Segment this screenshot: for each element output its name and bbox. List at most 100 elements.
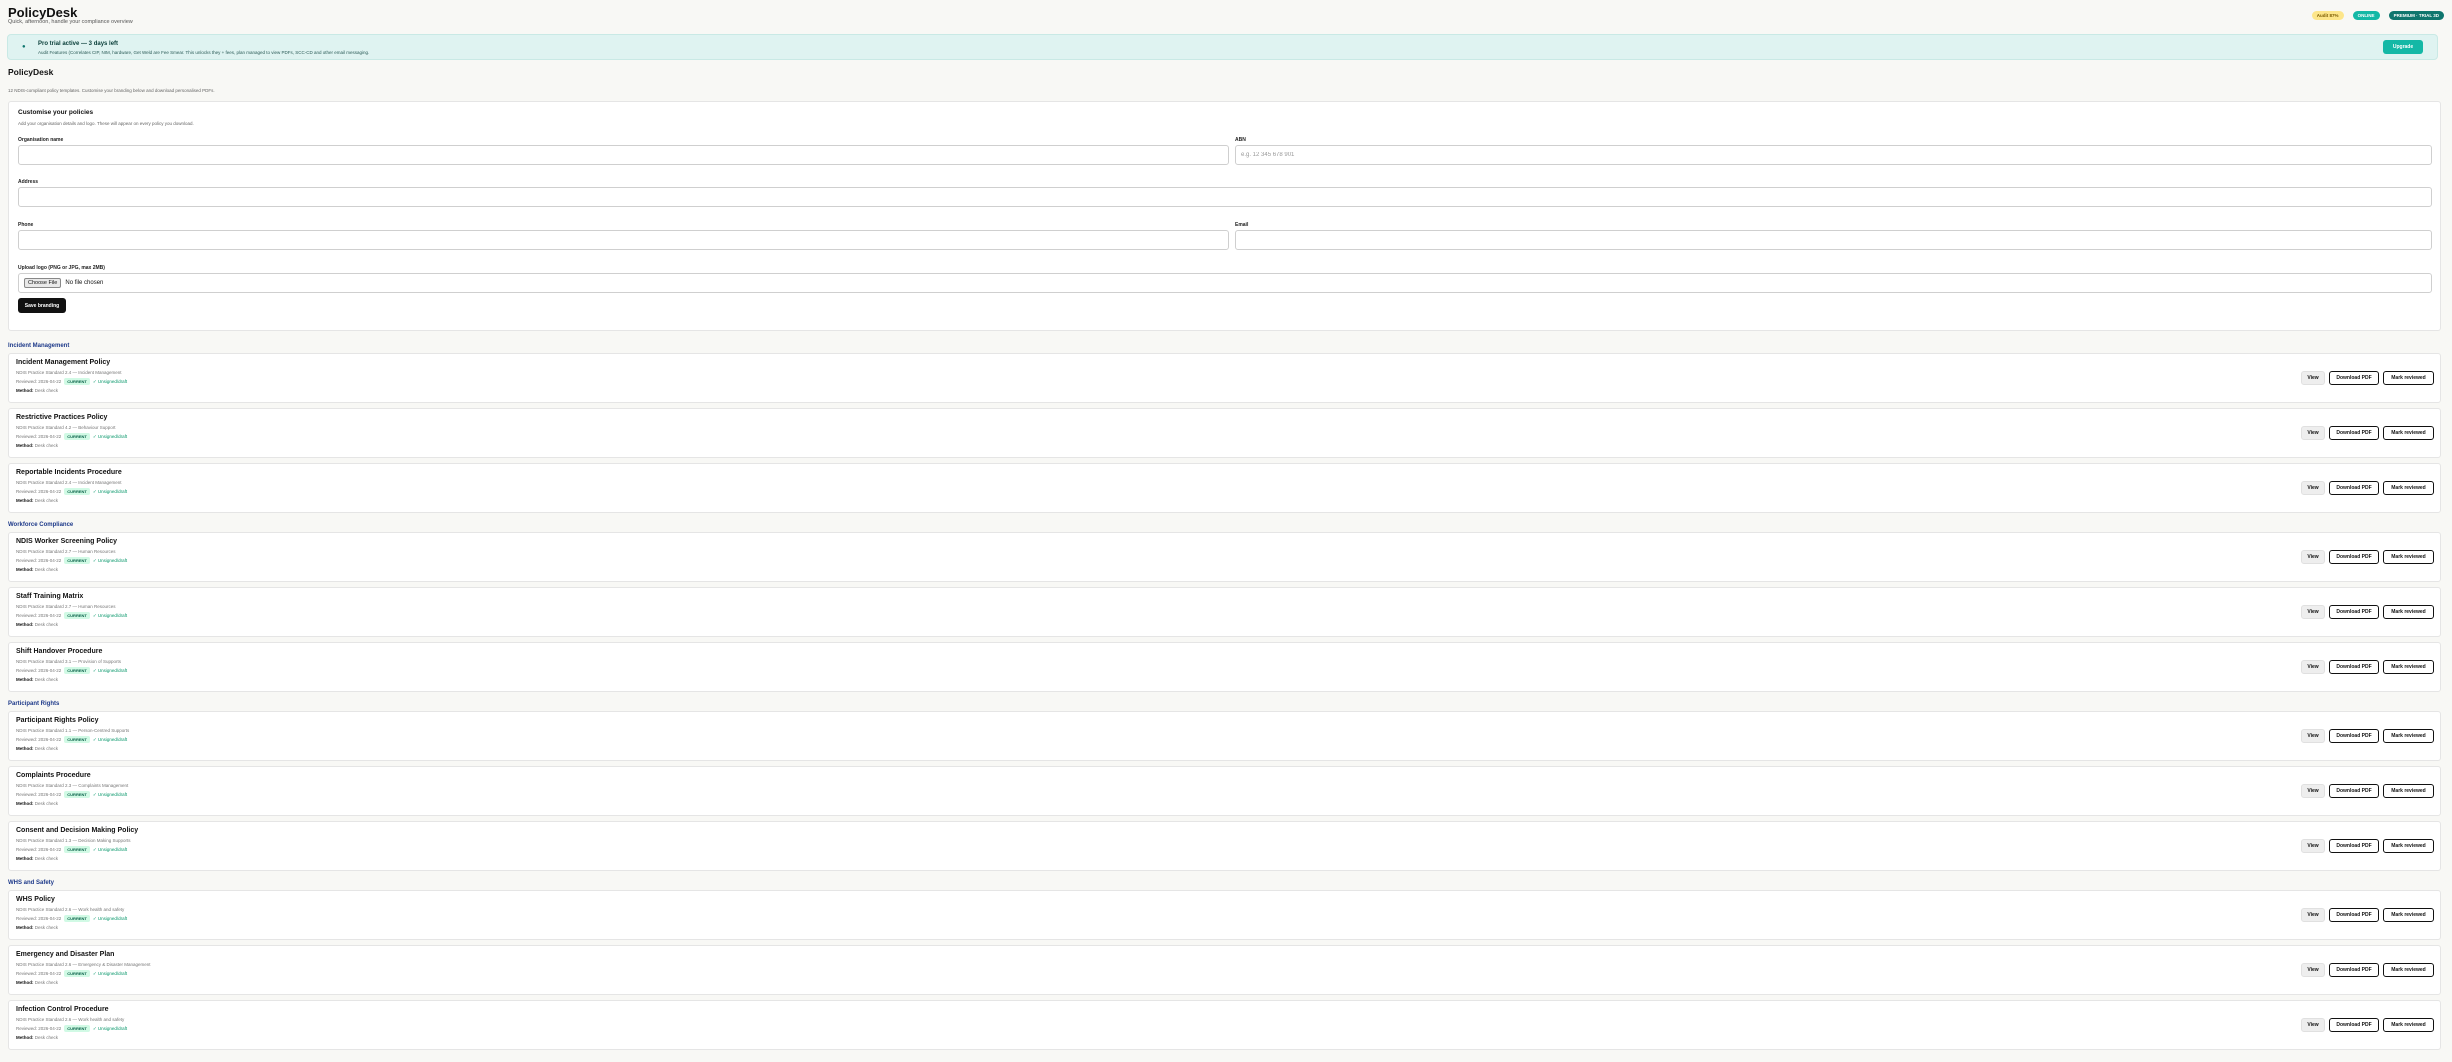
method-label: Method: xyxy=(16,388,34,393)
sign-status: ✓ Unsigned/draft xyxy=(92,612,128,618)
download-pdf-button[interactable]: Download PDF xyxy=(2329,908,2379,922)
policy-card: Incident Management Policy NDIS Practice… xyxy=(8,353,2441,403)
policy-standard: NDIS Practice Standard 2.6 — Work health… xyxy=(16,1017,125,1022)
policy-standard: NDIS Practice Standard 2.7 — Human Resou… xyxy=(16,549,116,554)
policy-title: Emergency and Disaster Plan xyxy=(16,951,115,958)
mark-reviewed-button[interactable]: Mark reviewed xyxy=(2383,729,2434,743)
policy-method: Method: Desk check xyxy=(16,925,58,930)
mark-reviewed-button[interactable]: Mark reviewed xyxy=(2383,605,2434,619)
mark-reviewed-button[interactable]: Mark reviewed xyxy=(2383,550,2434,564)
choose-file-button[interactable]: Choose File xyxy=(24,278,62,288)
policy-reviewed-date: Reviewed: 2026-04-22 xyxy=(16,737,62,742)
download-pdf-button[interactable]: Download PDF xyxy=(2329,1018,2379,1032)
download-pdf-button[interactable]: Download PDF xyxy=(2329,784,2379,798)
method-value: Desk check xyxy=(34,388,59,393)
download-pdf-button[interactable]: Download PDF xyxy=(2329,371,2379,385)
download-pdf-button[interactable]: Download PDF xyxy=(2329,481,2379,495)
policy-card: Complaints Procedure NDIS Practice Stand… xyxy=(8,766,2441,816)
status-badge: CURRENT xyxy=(64,1025,90,1032)
policy-standard: NDIS Practice Standard 4.2 — Behaviour S… xyxy=(16,425,116,430)
policy-card: NDIS Worker Screening Policy NDIS Practi… xyxy=(8,532,2441,582)
sign-status: ✓ Unsigned/draft xyxy=(92,736,128,742)
policy-card: Infection Control Procedure NDIS Practic… xyxy=(8,1000,2441,1050)
policy-reviewed-date: Reviewed: 2026-04-22 xyxy=(16,489,62,494)
mark-reviewed-button[interactable]: Mark reviewed xyxy=(2383,839,2434,853)
sign-status: ✓ Unsigned/draft xyxy=(92,915,128,921)
sign-status: ✓ Unsigned/draft xyxy=(92,488,128,494)
online-badge: ONLINE xyxy=(2352,11,2380,20)
view-button[interactable]: View xyxy=(2301,481,2325,495)
mark-reviewed-button[interactable]: Mark reviewed xyxy=(2383,481,2434,495)
status-badge: CURRENT xyxy=(64,612,90,619)
method-label: Method: xyxy=(16,622,34,627)
policy-standard: NDIS Practice Standard 2.6 — Work health… xyxy=(16,907,125,912)
view-button[interactable]: View xyxy=(2301,426,2325,440)
view-button[interactable]: View xyxy=(2301,729,2325,743)
view-button[interactable]: View xyxy=(2301,371,2325,385)
sign-status: ✓ Unsigned/draft xyxy=(92,433,128,439)
address-input[interactable] xyxy=(18,187,2432,207)
mark-reviewed-button[interactable]: Mark reviewed xyxy=(2383,1018,2434,1032)
save-branding-button[interactable]: Save branding xyxy=(18,298,66,313)
policy-title: WHS Policy xyxy=(16,896,55,903)
sign-status: ✓ Unsigned/draft xyxy=(92,667,128,673)
policy-card: Emergency and Disaster Plan NDIS Practic… xyxy=(8,945,2441,995)
method-value: Desk check xyxy=(34,746,59,751)
policy-actions: View Download PDF Mark reviewed xyxy=(2301,371,2434,385)
policy-title: Reportable Incidents Procedure xyxy=(16,469,122,476)
email-input[interactable] xyxy=(1235,230,2432,250)
policy-standard: NDIS Practice Standard 2.7 — Human Resou… xyxy=(16,604,116,609)
policy-reviewed-date: Reviewed: 2026-04-22 xyxy=(16,971,62,976)
policy-reviewed-date: Reviewed: 2026-04-22 xyxy=(16,847,62,852)
logo-upload-field[interactable]: Choose File No file chosen xyxy=(18,273,2432,293)
download-pdf-button[interactable]: Download PDF xyxy=(2329,839,2379,853)
download-pdf-button[interactable]: Download PDF xyxy=(2329,605,2379,619)
mark-reviewed-button[interactable]: Mark reviewed xyxy=(2383,660,2434,674)
view-button[interactable]: View xyxy=(2301,963,2325,977)
policy-actions: View Download PDF Mark reviewed xyxy=(2301,426,2434,440)
method-label: Method: xyxy=(16,856,34,861)
download-pdf-button[interactable]: Download PDF xyxy=(2329,426,2379,440)
policy-reviewed-date: Reviewed: 2026-04-22 xyxy=(16,916,62,921)
view-button[interactable]: View xyxy=(2301,605,2325,619)
trial-badge[interactable]: PREMIUM · TRIAL 3D xyxy=(2388,11,2444,20)
download-pdf-button[interactable]: Download PDF xyxy=(2329,550,2379,564)
trial-text: Audit Features (Correlates CIP, NIM, har… xyxy=(38,50,370,55)
policy-method: Method: Desk check xyxy=(16,1035,58,1040)
upgrade-button[interactable]: Upgrade xyxy=(2383,40,2423,54)
download-pdf-button[interactable]: Download PDF xyxy=(2329,660,2379,674)
view-button[interactable]: View xyxy=(2301,839,2325,853)
policy-meta: Reviewed: 2026-04-22 CURRENT ✓ Unsigned/… xyxy=(16,488,127,495)
policy-reviewed-date: Reviewed: 2026-04-22 xyxy=(16,613,62,618)
sign-status: ✓ Unsigned/draft xyxy=(92,378,128,384)
view-button[interactable]: View xyxy=(2301,550,2325,564)
section-heading-workforce-compliance: Workforce Compliance xyxy=(8,522,74,528)
bell-icon: ● xyxy=(22,44,26,50)
abn-input[interactable] xyxy=(1235,145,2432,165)
section-heading-incident-management: Incident Management xyxy=(8,343,70,349)
status-badge: CURRENT xyxy=(64,736,90,743)
view-button[interactable]: View xyxy=(2301,660,2325,674)
phone-input[interactable] xyxy=(18,230,1229,250)
method-label: Method: xyxy=(16,925,34,930)
mark-reviewed-button[interactable]: Mark reviewed xyxy=(2383,371,2434,385)
method-label: Method: xyxy=(16,801,34,806)
org-name-input[interactable] xyxy=(18,145,1229,165)
mark-reviewed-button[interactable]: Mark reviewed xyxy=(2383,908,2434,922)
view-button[interactable]: View xyxy=(2301,908,2325,922)
mark-reviewed-button[interactable]: Mark reviewed xyxy=(2383,963,2434,977)
address-label: Address xyxy=(18,179,39,185)
policy-method: Method: Desk check xyxy=(16,443,58,448)
view-button[interactable]: View xyxy=(2301,784,2325,798)
mark-reviewed-button[interactable]: Mark reviewed xyxy=(2383,426,2434,440)
policy-card: Staff Training Matrix NDIS Practice Stan… xyxy=(8,587,2441,637)
method-value: Desk check xyxy=(34,498,59,503)
download-pdf-button[interactable]: Download PDF xyxy=(2329,963,2379,977)
branding-title: Customise your policies xyxy=(18,109,94,116)
policy-standard: NDIS Practice Standard 2.4 — Incident Ma… xyxy=(16,480,122,485)
method-label: Method: xyxy=(16,567,34,572)
download-pdf-button[interactable]: Download PDF xyxy=(2329,729,2379,743)
view-button[interactable]: View xyxy=(2301,1018,2325,1032)
mark-reviewed-button[interactable]: Mark reviewed xyxy=(2383,784,2434,798)
policy-card: Restrictive Practices Policy NDIS Practi… xyxy=(8,408,2441,458)
